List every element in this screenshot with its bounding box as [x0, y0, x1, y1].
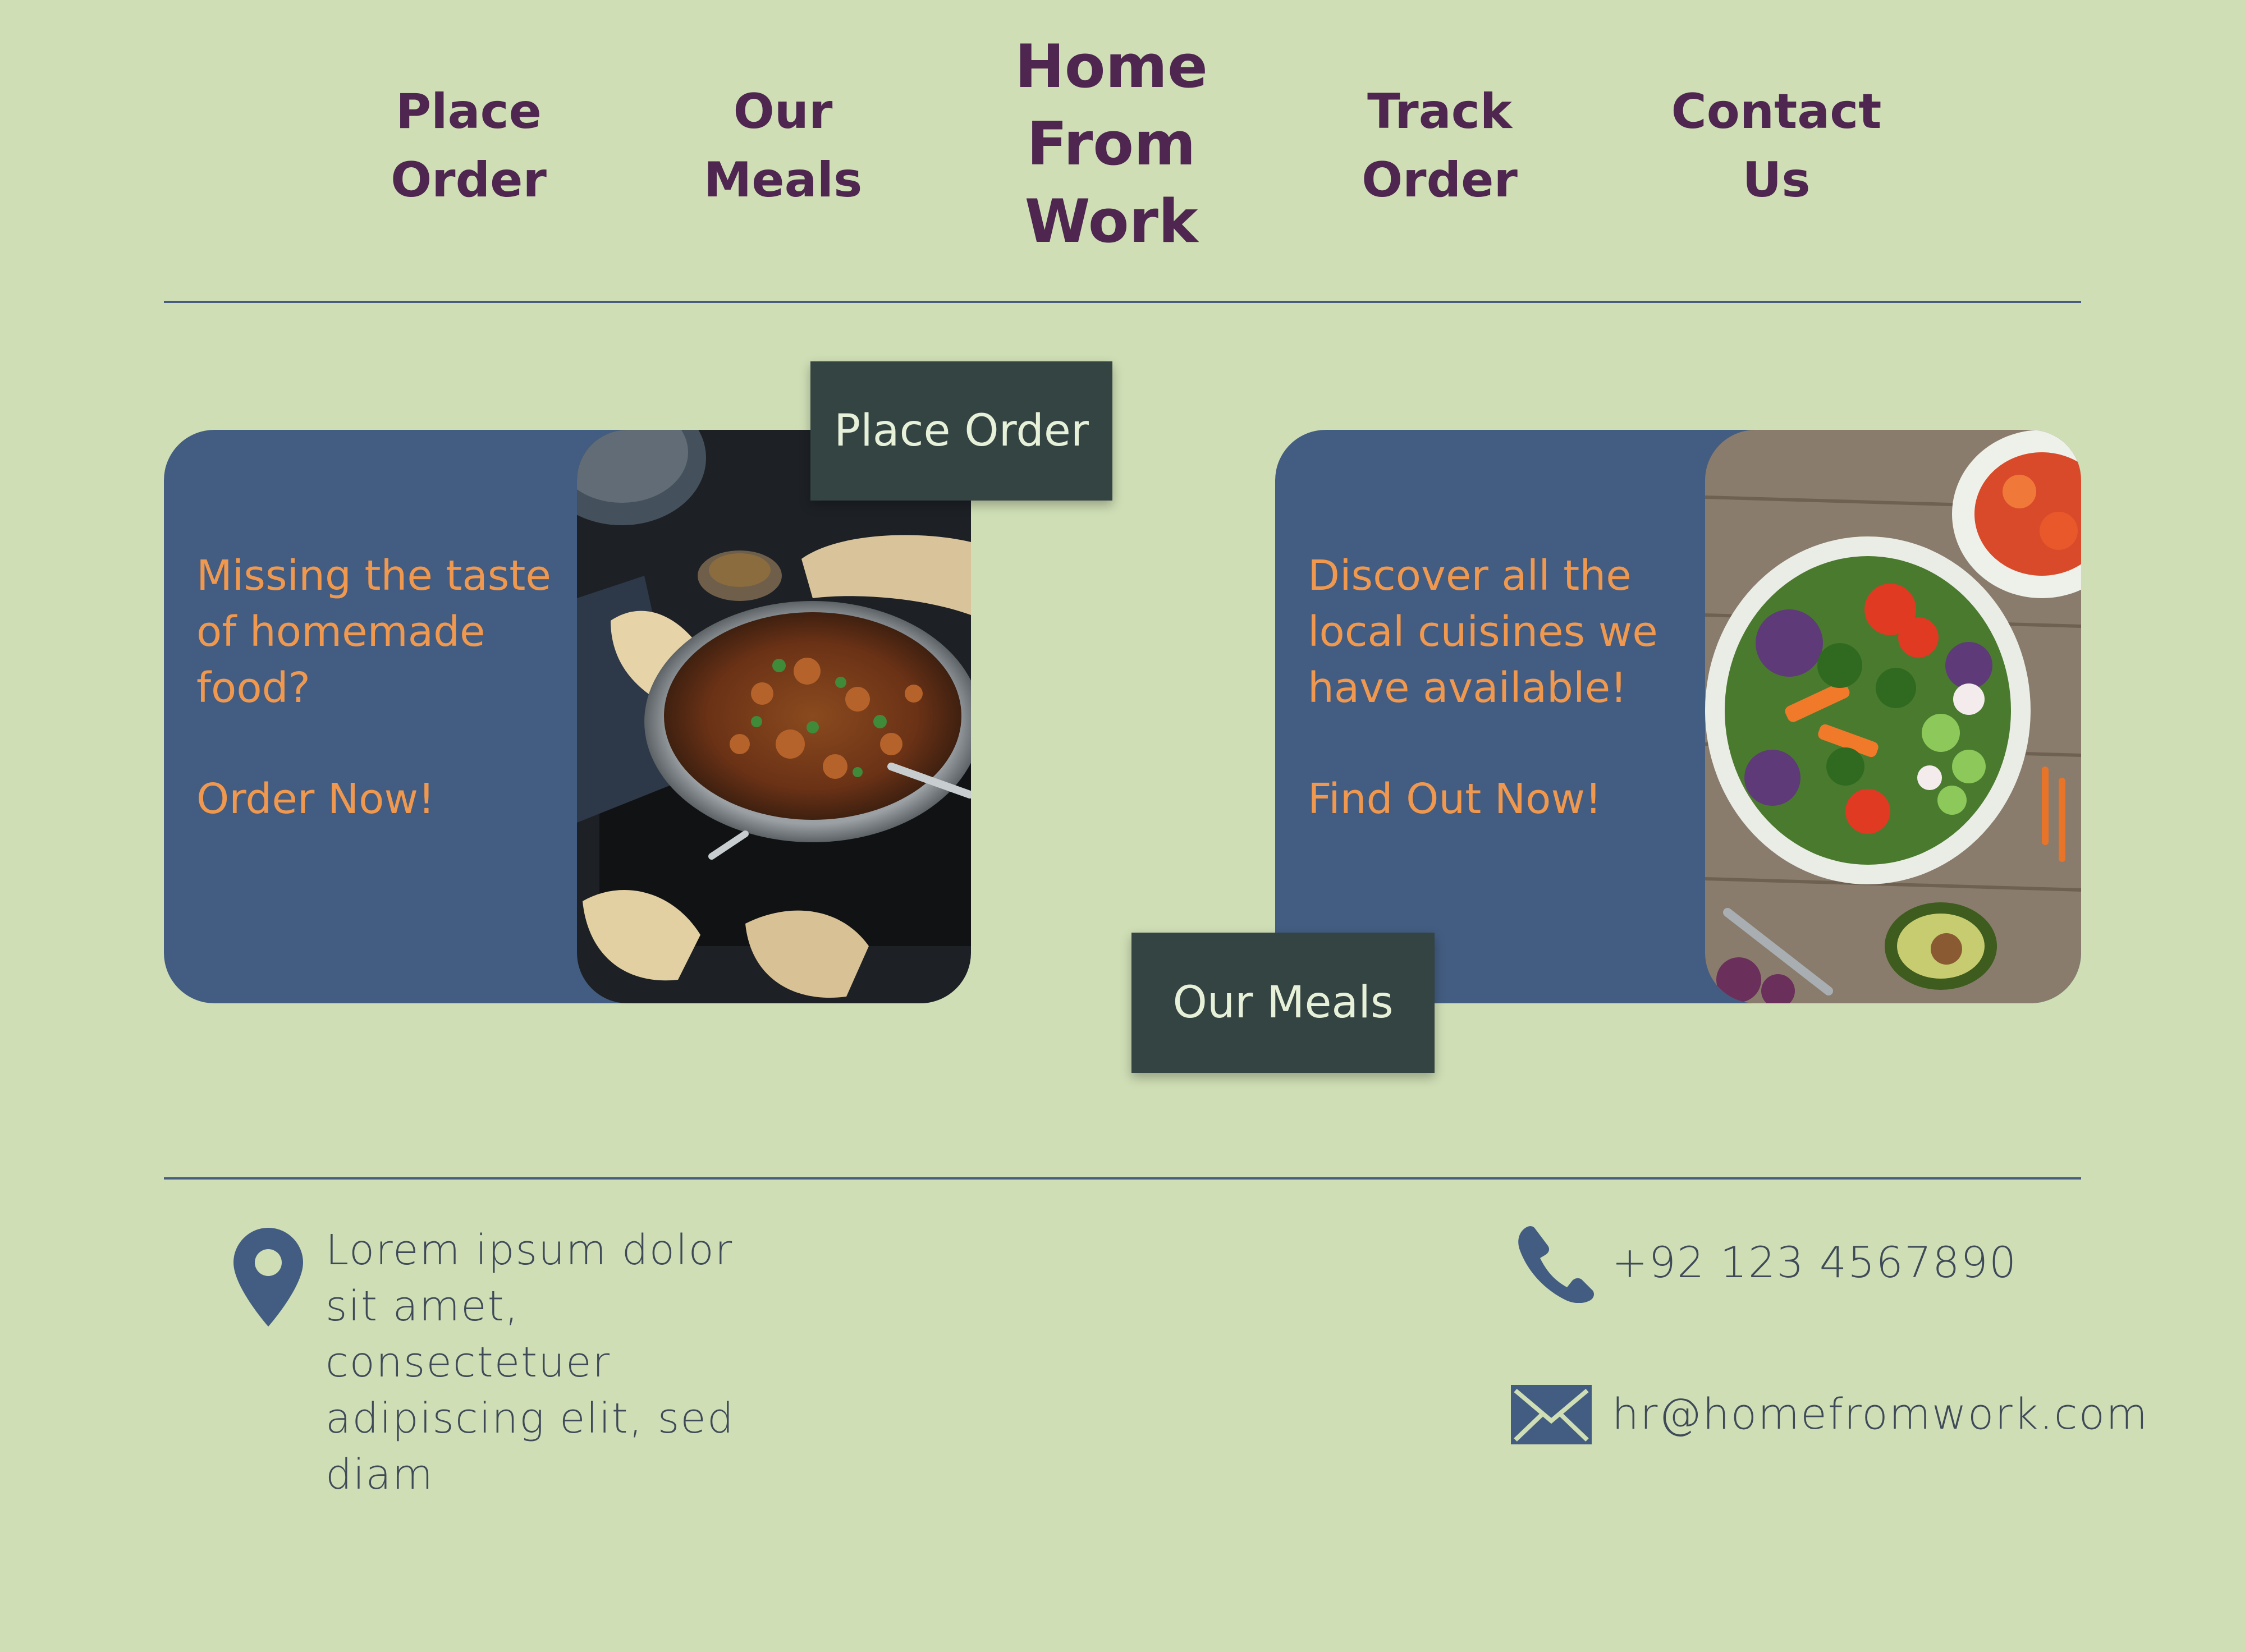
- salad-bowl-image: [1705, 430, 2081, 1003]
- promo-card-homemade[interactable]: Missing the taste of homemade food? Orde…: [164, 430, 971, 1003]
- promo-card-text: Missing the taste of homemade food? Orde…: [196, 548, 578, 827]
- footer-email[interactable]: hr@homefromwork.com: [1612, 1386, 2148, 1442]
- site-logo[interactable]: Home From Work: [988, 28, 1235, 260]
- promo-card-cuisines[interactable]: Discover all the local cuisines we have …: [1275, 430, 2081, 1003]
- nav-place-order[interactable]: Place Order: [359, 77, 578, 214]
- place-order-button[interactable]: Place Order: [810, 361, 1112, 501]
- footer-address: Lorem ipsum dolor sit amet, consectetuer…: [326, 1226, 735, 1499]
- nav-track-order[interactable]: Track Order: [1330, 77, 1549, 214]
- promo-card-headline: Discover all the local cuisines we have …: [1308, 552, 1658, 712]
- order-now-link[interactable]: Order Now!: [196, 771, 578, 827]
- nav-contact-us[interactable]: Contact Us: [1650, 77, 1903, 214]
- curry-dish-image: [577, 430, 971, 1003]
- phone-icon: [1518, 1226, 1594, 1303]
- find-out-now-link[interactable]: Find Out Now!: [1308, 771, 1689, 827]
- footer-phone[interactable]: +92 123 4567890: [1612, 1235, 2017, 1291]
- header-divider: [164, 301, 2081, 303]
- promo-card-headline: Missing the taste of homemade food?: [196, 552, 551, 712]
- location-pin-icon: [233, 1228, 303, 1327]
- promo-card-text: Discover all the local cuisines we have …: [1308, 548, 1689, 827]
- footer-divider: [164, 1177, 2081, 1180]
- nav-our-meals[interactable]: Our Meals: [674, 77, 892, 214]
- our-meals-button[interactable]: Our Meals: [1131, 933, 1435, 1073]
- mail-icon: [1511, 1385, 1592, 1444]
